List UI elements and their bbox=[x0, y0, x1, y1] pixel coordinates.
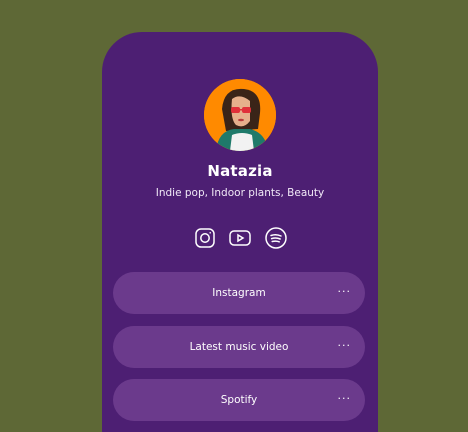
social-icons bbox=[193, 226, 288, 250]
link-button-instagram[interactable]: Instagram ··· bbox=[113, 272, 365, 314]
profile-card: Natazia Indie pop, Indoor plants, Beauty bbox=[102, 32, 378, 432]
avatar bbox=[204, 79, 276, 151]
link-label: Spotify bbox=[220, 394, 258, 406]
more-options-icon[interactable]: ··· bbox=[338, 326, 352, 366]
profile-name: Natazia bbox=[207, 162, 273, 180]
link-label: Latest music video bbox=[189, 341, 289, 353]
more-options-icon[interactable]: ··· bbox=[338, 379, 352, 419]
youtube-icon[interactable] bbox=[228, 226, 252, 250]
profile-tagline: Indie pop, Indoor plants, Beauty bbox=[155, 187, 325, 199]
link-label: Instagram bbox=[212, 287, 266, 299]
link-button-spotify[interactable]: Spotify ··· bbox=[113, 379, 365, 421]
spotify-icon[interactable] bbox=[264, 226, 288, 250]
more-options-icon[interactable]: ··· bbox=[338, 272, 352, 312]
link-button-latest-music-video[interactable]: Latest music video ··· bbox=[113, 326, 365, 368]
instagram-icon[interactable] bbox=[193, 226, 217, 250]
